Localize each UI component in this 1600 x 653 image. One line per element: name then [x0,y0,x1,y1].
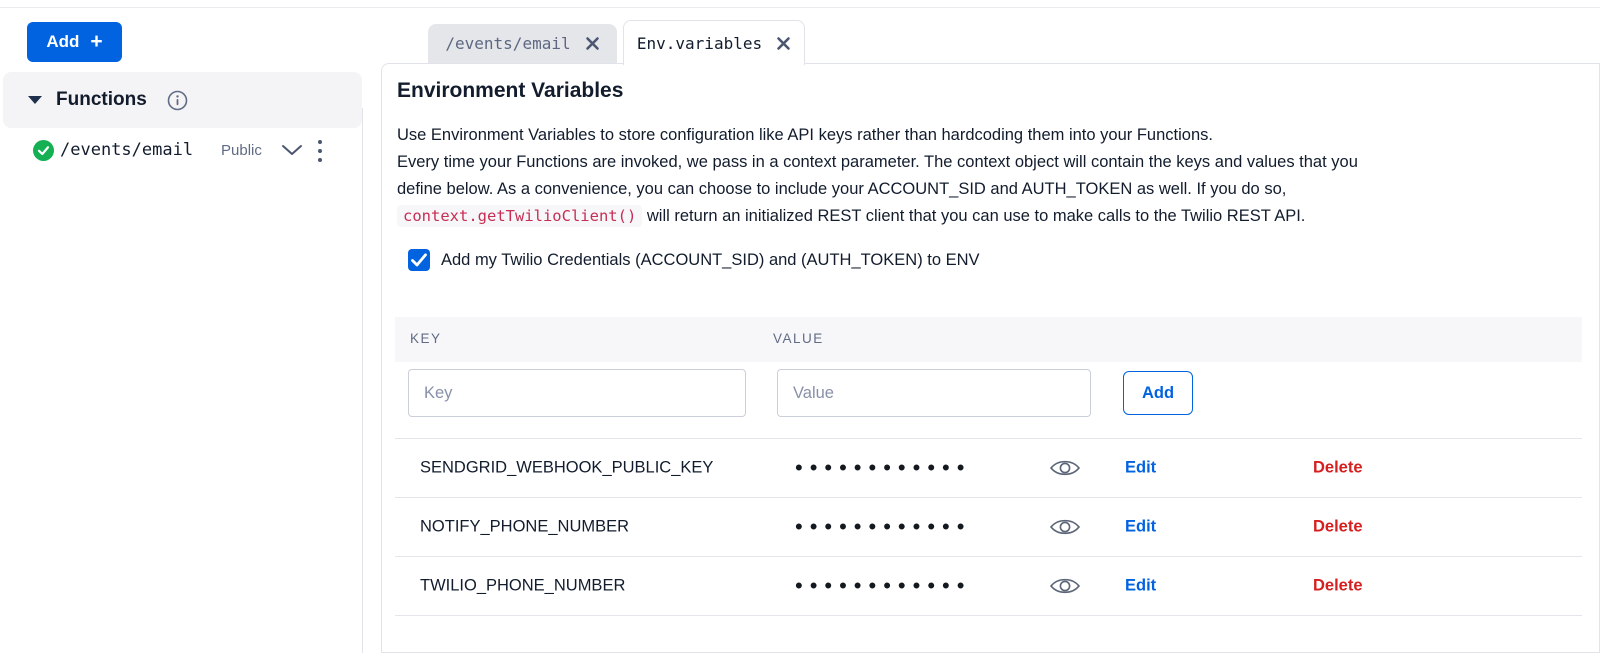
env-var-row: TWILIO_PHONE_NUMBER •••••••••••• Edit De… [395,556,1582,615]
add-function-label: Add [46,32,79,52]
delete-button[interactable]: Delete [1313,459,1363,478]
env-var-masked-value: •••••••••••• [795,514,971,540]
value-input[interactable] [777,369,1091,417]
show-value-button[interactable] [1048,573,1082,599]
page-title: Environment Variables [397,79,623,103]
description-line: context.getTwilioClient() will return an… [397,203,1358,230]
edit-button[interactable]: Edit [1125,459,1156,478]
edit-button[interactable]: Edit [1125,518,1156,537]
add-function-button[interactable]: Add + [27,22,122,62]
env-var-row: SENDGRID_WEBHOOK_PUBLIC_KEY ••••••••••••… [395,438,1582,497]
top-divider [0,7,1600,8]
close-tab-icon[interactable] [776,36,791,51]
tab-env-variables[interactable]: Env.variables [623,20,805,65]
key-input[interactable] [408,369,746,417]
delete-button[interactable]: Delete [1313,577,1363,596]
env-var-masked-value: •••••••••••• [795,573,971,599]
eye-icon [1049,457,1081,479]
sidebar-divider [362,108,363,653]
twilio-functions-editor: Add + Functions /events/email Public [0,0,1600,653]
add-variable-button[interactable]: Add [1123,371,1193,415]
credentials-checkbox[interactable] [408,249,430,271]
env-var-row: NOTIFY_PHONE_NUMBER •••••••••••• Edit De… [395,497,1582,556]
visibility-label: Public [221,142,262,159]
env-var-key: NOTIFY_PHONE_NUMBER [420,518,629,537]
env-var-key: SENDGRID_WEBHOOK_PUBLIC_KEY [420,459,713,478]
eye-icon [1049,575,1081,597]
chevron-down-icon[interactable] [281,143,303,162]
item-menu-kebab-icon[interactable] [314,138,326,164]
sidebar-item-events-email[interactable]: /events/email Public [0,132,361,170]
close-tab-icon[interactable] [585,36,600,51]
info-icon[interactable] [167,90,188,111]
description-line-suffix: will return an initialized REST client t… [647,207,1305,225]
value-column-header: VALUE [773,331,824,346]
description-line: Every time your Functions are invoked, w… [397,149,1358,176]
check-icon [411,253,427,267]
tab-events-email-label: /events/email [445,34,570,53]
function-path-label: /events/email [60,140,193,160]
code-snippet: context.getTwilioClient() [397,205,642,227]
functions-section-header: Functions [3,72,362,128]
table-header: KEY VALUE [395,317,1582,362]
description-line: define below. As a convenience, you can … [397,176,1358,203]
functions-header-label: Functions [56,89,147,111]
plus-icon: + [90,31,102,52]
tab-env-variables-label: Env.variables [637,34,762,53]
credentials-checkbox-label: Add my Twilio Credentials (ACCOUNT_SID) … [441,251,980,270]
twilio-credentials-option: Add my Twilio Credentials (ACCOUNT_SID) … [408,249,980,271]
show-value-button[interactable] [1048,455,1082,481]
description-text: Use Environment Variables to store confi… [397,122,1358,230]
env-var-masked-value: •••••••••••• [795,455,971,481]
delete-button[interactable]: Delete [1313,518,1363,537]
env-var-key: TWILIO_PHONE_NUMBER [420,577,625,596]
key-column-header: KEY [410,331,442,346]
edit-button[interactable]: Edit [1125,577,1156,596]
collapse-caret-icon[interactable] [28,96,42,104]
description-line: Use Environment Variables to store confi… [397,122,1358,149]
env-variables-list: SENDGRID_WEBHOOK_PUBLIC_KEY ••••••••••••… [395,438,1582,616]
deployed-check-icon [33,140,54,166]
eye-icon [1049,516,1081,538]
tab-events-email[interactable]: /events/email [428,24,617,63]
show-value-button[interactable] [1048,514,1082,540]
